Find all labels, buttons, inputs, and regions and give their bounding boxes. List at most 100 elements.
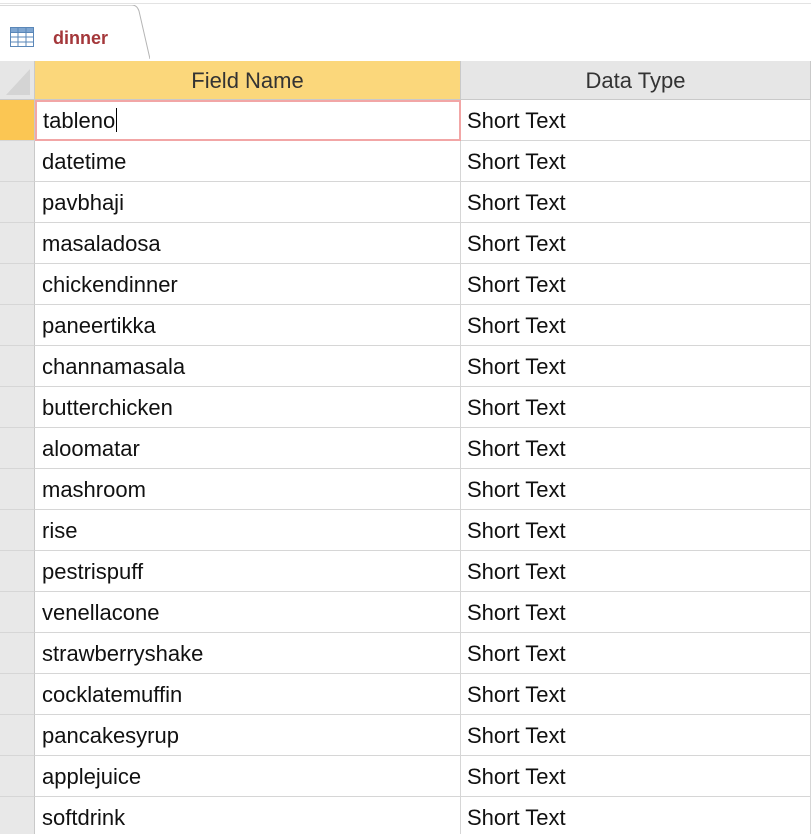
field-name-text: softdrink xyxy=(42,805,126,830)
row-selector[interactable] xyxy=(0,592,35,633)
row-selector[interactable] xyxy=(0,387,35,428)
field-name-text: tableno xyxy=(43,108,116,133)
data-type-cell[interactable]: Short Text xyxy=(461,715,811,756)
row-selector[interactable] xyxy=(0,223,35,264)
table-row[interactable]: softdrink Short Text xyxy=(0,797,811,834)
row-selector[interactable] xyxy=(0,510,35,551)
table-row[interactable]: tableno Short Text xyxy=(0,100,811,141)
table-row[interactable]: venellacone Short Text xyxy=(0,592,811,633)
table-row[interactable]: strawberryshake Short Text xyxy=(0,633,811,674)
field-name-text: venellacone xyxy=(42,600,160,625)
row-selector[interactable] xyxy=(0,715,35,756)
tab-bar-divider xyxy=(0,3,811,4)
table-row[interactable]: butterchicken Short Text xyxy=(0,387,811,428)
design-grid: Field Name Data Type tableno Short Text da… xyxy=(0,61,811,834)
field-name-cell[interactable]: applejuice xyxy=(35,756,461,797)
data-type-cell[interactable]: Short Text xyxy=(461,797,811,834)
field-name-text: paneertikka xyxy=(42,313,156,338)
table-row[interactable]: applejuice Short Text xyxy=(0,756,811,797)
data-type-cell[interactable]: Short Text xyxy=(461,305,811,346)
table-row[interactable]: pancakesyrup Short Text xyxy=(0,715,811,756)
tab-dinner[interactable]: dinner xyxy=(0,5,150,59)
table-row[interactable]: datetime Short Text xyxy=(0,141,811,182)
field-name-text: butterchicken xyxy=(42,395,173,420)
data-type-cell[interactable]: Short Text xyxy=(461,182,811,223)
field-name-cell[interactable]: butterchicken xyxy=(35,387,461,428)
grid-rows: tableno Short Text datetime Short Text pavbh… xyxy=(0,100,811,834)
data-type-cell[interactable]: Short Text xyxy=(461,223,811,264)
field-name-text: applejuice xyxy=(42,764,142,789)
row-selector[interactable] xyxy=(0,264,35,305)
field-name-cell[interactable]: softdrink xyxy=(35,797,461,834)
row-selector[interactable] xyxy=(0,182,35,223)
field-name-cell[interactable]: datetime xyxy=(35,141,461,182)
table-row[interactable]: pestrispuff Short Text xyxy=(0,551,811,592)
field-name-text: cocklatemuffin xyxy=(42,682,183,707)
data-type-cell[interactable]: Short Text xyxy=(461,100,811,141)
data-type-cell[interactable]: Short Text xyxy=(461,346,811,387)
data-type-cell[interactable]: Short Text xyxy=(461,264,811,305)
data-type-cell[interactable]: Short Text xyxy=(461,510,811,551)
field-name-text: aloomatar xyxy=(42,436,140,461)
row-selector[interactable] xyxy=(0,674,35,715)
field-name-cell[interactable]: strawberryshake xyxy=(35,633,461,674)
field-name-cell[interactable]: rise xyxy=(35,510,461,551)
table-row[interactable]: paneertikka Short Text xyxy=(0,305,811,346)
field-name-text: pavbhaji xyxy=(42,190,124,215)
field-name-text: masaladosa xyxy=(42,231,161,256)
row-selector[interactable] xyxy=(0,305,35,346)
table-row[interactable]: chickendinner Short Text xyxy=(0,264,811,305)
corner-triangle-icon xyxy=(6,69,30,95)
field-name-cell[interactable]: tableno xyxy=(35,100,461,141)
table-row[interactable]: rise Short Text xyxy=(0,510,811,551)
field-name-cell[interactable]: masaladosa xyxy=(35,223,461,264)
column-header-data-type[interactable]: Data Type xyxy=(461,61,811,100)
table-row[interactable]: aloomatar Short Text xyxy=(0,428,811,469)
field-name-cell[interactable]: pavbhaji xyxy=(35,182,461,223)
table-design-view: dinner Field Name Data Type tableno Short… xyxy=(0,0,811,834)
field-name-cell[interactable]: channamasala xyxy=(35,346,461,387)
data-type-cell[interactable]: Short Text xyxy=(461,756,811,797)
field-name-cell[interactable]: chickendinner xyxy=(35,264,461,305)
row-selector[interactable] xyxy=(0,141,35,182)
row-selector[interactable] xyxy=(0,633,35,674)
data-type-cell[interactable]: Short Text xyxy=(461,674,811,715)
field-name-cell[interactable]: cocklatemuffin xyxy=(35,674,461,715)
table-row[interactable]: channamasala Short Text xyxy=(0,346,811,387)
row-selector[interactable] xyxy=(0,756,35,797)
field-name-cell[interactable]: pestrispuff xyxy=(35,551,461,592)
data-type-cell[interactable]: Short Text xyxy=(461,141,811,182)
field-name-cell[interactable]: venellacone xyxy=(35,592,461,633)
field-name-cell[interactable]: pancakesyrup xyxy=(35,715,461,756)
row-selector[interactable] xyxy=(0,100,35,141)
table-row[interactable]: pavbhaji Short Text xyxy=(0,182,811,223)
row-selector[interactable] xyxy=(0,469,35,510)
data-type-cell[interactable]: Short Text xyxy=(461,551,811,592)
table-icon xyxy=(10,27,34,47)
text-caret xyxy=(116,108,118,133)
row-selector[interactable] xyxy=(0,797,35,834)
row-selector[interactable] xyxy=(0,428,35,469)
field-name-text: rise xyxy=(42,518,78,543)
row-selector[interactable] xyxy=(0,551,35,592)
data-type-cell[interactable]: Short Text xyxy=(461,469,811,510)
field-name-cell[interactable]: mashroom xyxy=(35,469,461,510)
data-type-cell[interactable]: Short Text xyxy=(461,592,811,633)
table-row[interactable]: masaladosa Short Text xyxy=(0,223,811,264)
field-name-cell[interactable]: paneertikka xyxy=(35,305,461,346)
field-name-cell[interactable]: aloomatar xyxy=(35,428,461,469)
table-row[interactable]: mashroom Short Text xyxy=(0,469,811,510)
data-type-cell[interactable]: Short Text xyxy=(461,387,811,428)
row-selector[interactable] xyxy=(0,346,35,387)
field-name-text: datetime xyxy=(42,149,127,174)
field-name-text: channamasala xyxy=(42,354,186,379)
field-name-text: strawberryshake xyxy=(42,641,204,666)
select-all-corner[interactable] xyxy=(0,61,35,100)
data-type-cell[interactable]: Short Text xyxy=(461,633,811,674)
field-name-text: mashroom xyxy=(42,477,146,502)
data-type-cell[interactable]: Short Text xyxy=(461,428,811,469)
field-name-text: pancakesyrup xyxy=(42,723,179,748)
tab-label: dinner xyxy=(53,28,109,48)
table-row[interactable]: cocklatemuffin Short Text xyxy=(0,674,811,715)
column-header-field-name[interactable]: Field Name xyxy=(35,61,461,100)
